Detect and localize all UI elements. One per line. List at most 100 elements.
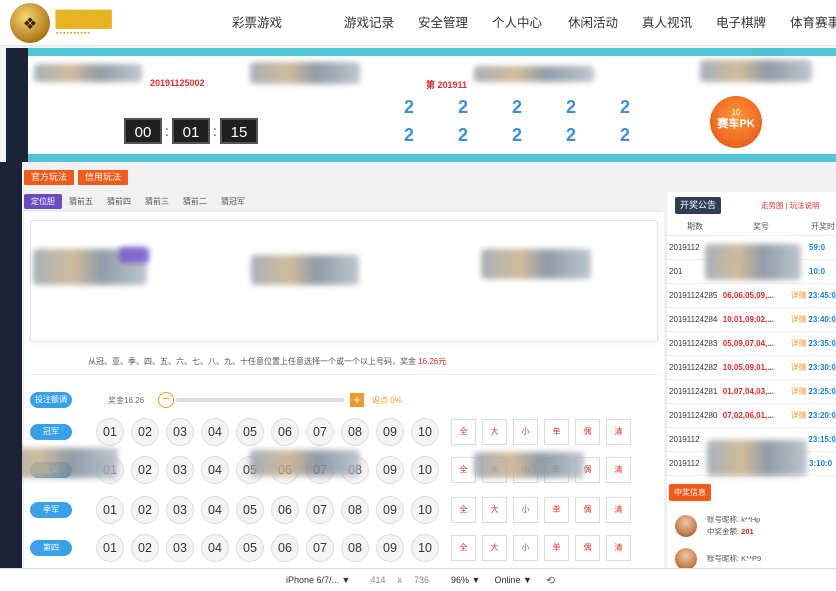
- number-ball[interactable]: 02: [131, 534, 159, 562]
- draw-time: 23:30:0: [808, 363, 836, 372]
- select-small-button[interactable]: 小: [513, 419, 538, 445]
- number-grid: 01020304050607080910: [96, 496, 439, 524]
- number-ball[interactable]: 06: [271, 496, 299, 524]
- number-ball[interactable]: 08: [341, 496, 369, 524]
- nav-live-casino[interactable]: 真人视讯: [642, 0, 702, 46]
- rotate-icon[interactable]: ⟲: [546, 574, 555, 587]
- tab-position[interactable]: 定位胆: [24, 194, 62, 209]
- select-all-button[interactable]: 全: [451, 419, 476, 445]
- nav-e-games[interactable]: 电子棋牌: [716, 0, 776, 46]
- select-even-button[interactable]: 偶: [575, 419, 600, 445]
- site-logo[interactable]: ❖ ▇▇▇▇ ▪▪▪▪▪▪▪▪▪▪: [10, 3, 128, 43]
- device-emulation-toolbar: iPhone 6/7/... ▼ 414 x 736 96% ▼ Online …: [0, 568, 836, 591]
- number-ball[interactable]: 01: [96, 496, 124, 524]
- viewport-width[interactable]: 414: [370, 575, 385, 585]
- result-number: 2: [457, 97, 468, 117]
- number-ball[interactable]: 09: [376, 534, 404, 562]
- select-odd-button[interactable]: 单: [544, 497, 569, 523]
- number-ball[interactable]: 09: [376, 456, 404, 484]
- number-ball[interactable]: 01: [96, 534, 124, 562]
- tab-guess-top4[interactable]: 猜前四: [100, 194, 138, 209]
- draw-time: 23:15:0: [808, 435, 836, 444]
- divider: [28, 374, 660, 375]
- credit-mode-button[interactable]: 信用玩法: [78, 170, 129, 185]
- plus-button[interactable]: +: [350, 393, 365, 407]
- number-ball[interactable]: 10: [411, 418, 439, 446]
- nav-leisure-activities[interactable]: 休闲活动: [568, 0, 628, 46]
- number-ball[interactable]: 04: [201, 456, 229, 484]
- trend-and-rules-links[interactable]: 走势图 | 玩法说明: [761, 200, 820, 211]
- network-throttle-select[interactable]: Online ▼: [494, 575, 531, 585]
- result-number: 2: [565, 97, 576, 117]
- nav-game-records[interactable]: 游戏记录: [344, 0, 418, 46]
- number-ball[interactable]: 04: [201, 418, 229, 446]
- tab-guess-top3[interactable]: 猜前三: [138, 194, 176, 209]
- number-ball[interactable]: 02: [131, 456, 159, 484]
- number-ball[interactable]: 03: [166, 418, 194, 446]
- device-select[interactable]: iPhone 6/7/... ▼: [286, 575, 350, 585]
- tab-guess-top5[interactable]: 猜前五: [62, 194, 100, 209]
- number-ball[interactable]: 08: [341, 418, 369, 446]
- number-ball[interactable]: 09: [376, 418, 404, 446]
- number-ball[interactable]: 03: [166, 496, 194, 524]
- number-ball[interactable]: 02: [131, 496, 159, 524]
- number-ball[interactable]: 05: [236, 418, 264, 446]
- clear-button[interactable]: 清: [606, 497, 631, 523]
- draw-detail-link[interactable]: 详情: [791, 410, 809, 421]
- draw-detail-link[interactable]: 详情: [791, 314, 809, 325]
- select-small-button[interactable]: 小: [513, 497, 538, 523]
- number-ball[interactable]: 02: [131, 418, 159, 446]
- number-ball[interactable]: 08: [341, 534, 369, 562]
- draw-detail-link[interactable]: 详情: [791, 338, 809, 349]
- select-even-button[interactable]: 偶: [575, 535, 600, 561]
- number-ball[interactable]: 07: [306, 534, 334, 562]
- clear-button[interactable]: 清: [606, 457, 631, 483]
- select-small-button[interactable]: 小: [513, 535, 538, 561]
- number-ball[interactable]: 06: [271, 534, 299, 562]
- number-ball[interactable]: 07: [306, 496, 334, 524]
- number-ball[interactable]: 07: [306, 418, 334, 446]
- select-all-button[interactable]: 全: [451, 497, 476, 523]
- viewport-height[interactable]: 736: [414, 575, 429, 585]
- rebate-adjust-pill[interactable]: 投注额调: [30, 392, 72, 408]
- number-ball[interactable]: 04: [201, 534, 229, 562]
- number-ball[interactable]: 05: [236, 534, 264, 562]
- minus-button[interactable]: −: [158, 392, 175, 408]
- nav-lottery-games[interactable]: 彩票游戏: [232, 0, 300, 46]
- nav-security[interactable]: 安全管理: [418, 0, 476, 46]
- select-all-button[interactable]: 全: [451, 535, 476, 561]
- number-ball[interactable]: 06: [271, 418, 299, 446]
- winning-info-tab[interactable]: 中奖信息: [669, 484, 711, 501]
- number-ball[interactable]: 05: [236, 496, 264, 524]
- result-number: 2: [511, 97, 522, 117]
- select-big-button[interactable]: 大: [482, 535, 507, 561]
- select-odd-button[interactable]: 单: [544, 535, 569, 561]
- select-odd-button[interactable]: 单: [544, 419, 569, 445]
- number-ball[interactable]: 03: [166, 456, 194, 484]
- number-ball[interactable]: 04: [201, 496, 229, 524]
- tab-guess-top2[interactable]: 猜前二: [176, 194, 214, 209]
- select-big-button[interactable]: 大: [482, 419, 507, 445]
- number-ball[interactable]: 01: [96, 418, 124, 446]
- clear-button[interactable]: 清: [606, 535, 631, 561]
- select-even-button[interactable]: 偶: [575, 497, 600, 523]
- nav-sports[interactable]: 体育赛事: [790, 0, 836, 46]
- rebate-slider[interactable]: [176, 398, 345, 402]
- select-big-button[interactable]: 大: [482, 497, 507, 523]
- number-ball[interactable]: 03: [166, 534, 194, 562]
- draw-detail-link[interactable]: 详情: [791, 290, 809, 301]
- select-all-button[interactable]: 全: [451, 457, 476, 483]
- clear-button[interactable]: 清: [606, 419, 631, 445]
- number-ball[interactable]: 09: [376, 496, 404, 524]
- tab-guess-champion[interactable]: 猜冠军: [214, 194, 252, 209]
- number-ball[interactable]: 10: [411, 456, 439, 484]
- number-ball[interactable]: 10: [411, 534, 439, 562]
- draw-detail-link[interactable]: 详情: [791, 362, 809, 373]
- col-numbers: 奖号: [753, 222, 769, 231]
- official-mode-button[interactable]: 官方玩法: [24, 170, 75, 185]
- nav-personal-center[interactable]: 个人中心: [492, 0, 552, 46]
- number-ball[interactable]: 10: [411, 496, 439, 524]
- zoom-select[interactable]: 96% ▼: [451, 575, 480, 585]
- draw-detail-link[interactable]: 详情: [791, 386, 809, 397]
- draw-announcement-tab[interactable]: 开奖公告: [675, 196, 722, 214]
